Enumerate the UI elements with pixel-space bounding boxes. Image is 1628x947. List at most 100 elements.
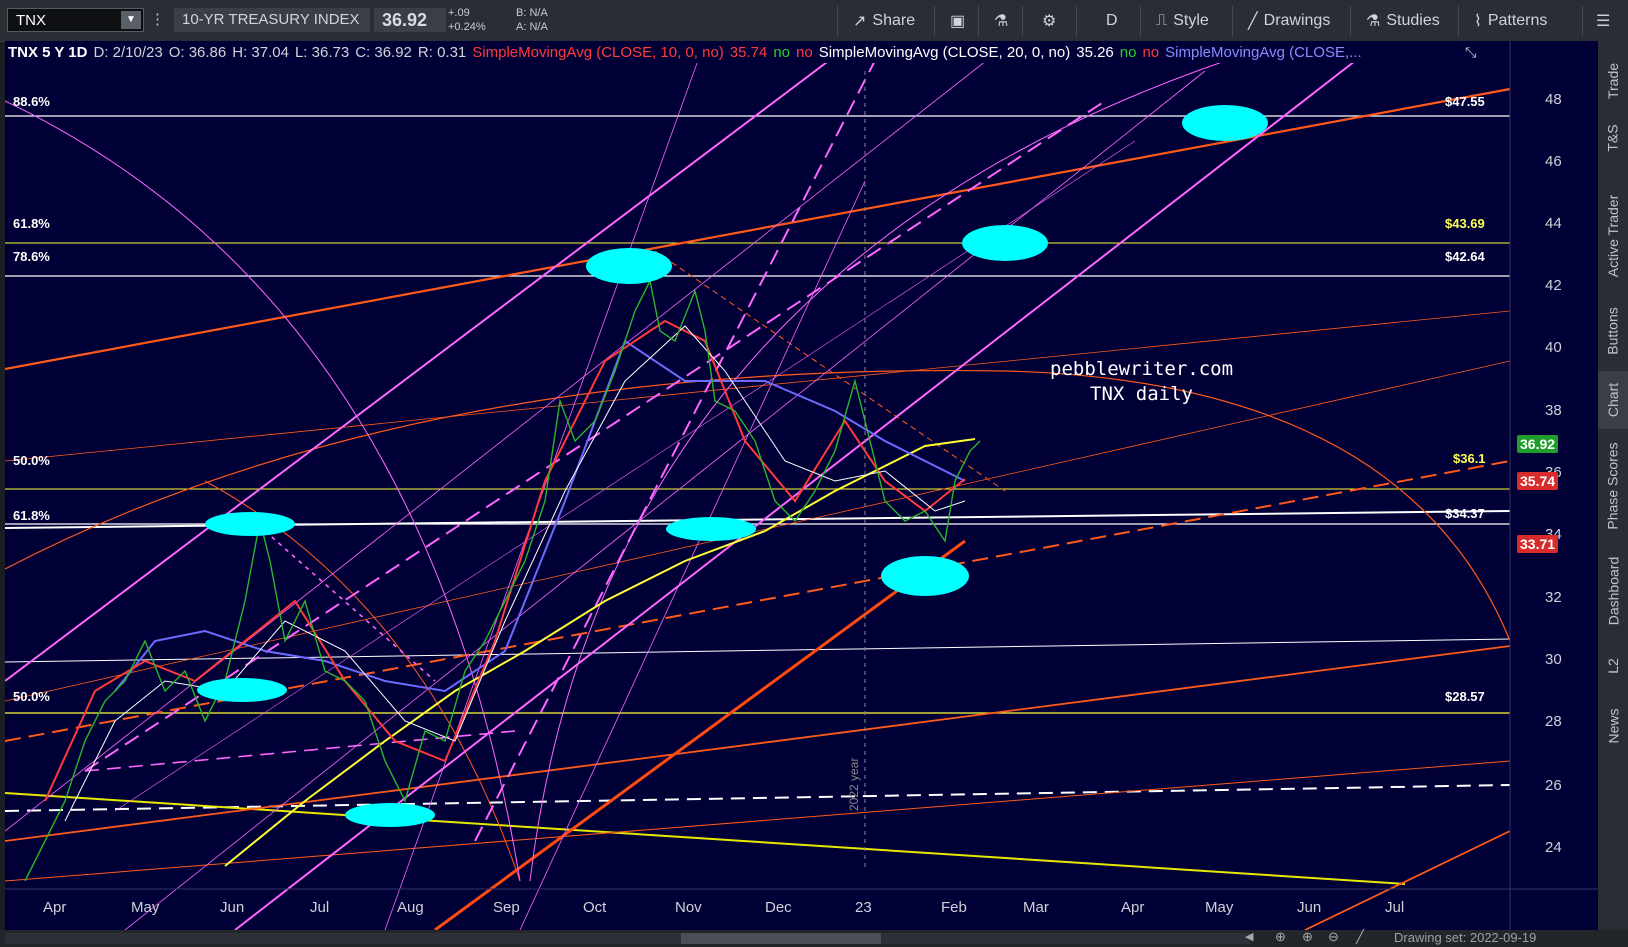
x-tick: Nov [675, 899, 702, 916]
aggregation-button[interactable]: D [1098, 6, 1126, 36]
menu-icon: ☰ [1596, 13, 1611, 30]
flask-button[interactable]: ⚗ [986, 6, 1016, 36]
bottom-bar: ◀ ⊕ ⊕ ⊖ ╱ Drawing set: 2022-09-19 [0, 929, 1628, 947]
patterns-icon: ⌇ [1474, 13, 1482, 30]
chart-svg [5, 41, 1598, 930]
year-marker: 2022 year [847, 757, 861, 811]
x-tick: May [131, 899, 160, 916]
y-tick: 26 [1545, 777, 1562, 794]
y-tick: 44 [1545, 215, 1562, 232]
x-tick: Apr [43, 899, 67, 916]
collapse-icon[interactable]: ⤡ [1465, 44, 1476, 61]
x-tick: Feb [941, 899, 967, 916]
menu-button[interactable]: ☰ [1588, 6, 1618, 36]
fib-price: $43.69 [1445, 216, 1485, 231]
snapshot-button[interactable]: ▣ [942, 6, 973, 36]
sidebar-item-phase-scores[interactable]: Phase Scores [1598, 431, 1628, 541]
sidebar-item-active-trader[interactable]: Active Trader [1598, 166, 1628, 306]
bid-ask: B: N/A A: N/A [516, 7, 548, 33]
sidebar-item-l2[interactable]: L2 [1598, 646, 1628, 686]
zoom-out-icon[interactable]: ⊖ [1328, 929, 1339, 945]
studies-button[interactable]: ⚗ Studies [1358, 6, 1448, 36]
low-price-tag: 33.71 [1517, 535, 1559, 553]
drawing-set-label[interactable]: Drawing set: 2022-09-19 [1394, 930, 1536, 945]
drawings-button[interactable]: ╱ Drawings [1240, 6, 1338, 36]
scroll-left-icon[interactable]: ◀ [1245, 930, 1253, 943]
fib-price: $28.57 [1445, 689, 1485, 704]
snapshot-icon: ▣ [950, 13, 966, 30]
x-tick: 23 [855, 899, 872, 916]
bar-range: R: 0.31 [417, 43, 467, 61]
link-icon[interactable]: ⋮ [150, 8, 165, 32]
share-button[interactable]: ↗ Share [845, 6, 923, 36]
x-tick: Aug [397, 899, 424, 916]
last-price: 36.92 [374, 8, 446, 32]
sma3-label: SimpleMovingAvg (CLOSE,... [1165, 43, 1362, 61]
x-tick: May [1205, 899, 1234, 916]
fib-price: $42.64 [1445, 249, 1485, 264]
sma-price-tag: 35.74 [1517, 472, 1559, 490]
bar-close: C: 36.92 [355, 43, 412, 61]
sidebar-item-ts[interactable]: T&S [1598, 113, 1628, 163]
y-tick: 48 [1545, 91, 1562, 108]
study-legend: TNX 5 Y 1D D: 2/10/23 O: 36.86 H: 37.04 … [5, 41, 1365, 63]
chart-area[interactable]: TNX 5 Y 1D D: 2/10/23 O: 36.86 H: 37.04 … [5, 41, 1598, 930]
sidebar-item-buttons[interactable]: Buttons [1598, 286, 1628, 376]
y-tick: 38 [1545, 402, 1562, 419]
last-price-tag: 36.92 [1517, 435, 1559, 453]
fib-price: $36.1 [1453, 451, 1486, 466]
y-tick: 24 [1545, 839, 1562, 856]
scrollbar-thumb[interactable] [681, 933, 881, 944]
x-tick: Apr [1121, 899, 1145, 916]
y-tick: 30 [1545, 651, 1562, 668]
settings-button[interactable]: ⚙ [1034, 6, 1064, 36]
x-tick: Oct [583, 899, 607, 916]
gear-icon: ⚙ [1042, 13, 1057, 30]
flask-icon: ⚗ [994, 13, 1009, 30]
bar-high: H: 37.04 [232, 43, 289, 61]
patterns-button[interactable]: ⌇ Patterns [1466, 6, 1555, 36]
fib-price: $34.37 [1445, 506, 1485, 521]
y-tick: 46 [1545, 153, 1562, 170]
bar-low: L: 36.73 [294, 43, 350, 61]
draw-line-icon[interactable]: ╱ [1356, 929, 1364, 945]
x-tick: Sep [493, 899, 520, 916]
x-tick: Dec [765, 899, 792, 916]
y-tick: 42 [1545, 277, 1562, 294]
toolbar: TNX ▼ ⋮ 10-YR TREASURY INDEX 36.92 +.09 … [0, 0, 1628, 42]
symbol-input[interactable]: TNX ▼ [7, 8, 144, 32]
zoom-fit-icon[interactable]: ⊕ [1275, 929, 1286, 945]
bar-date: D: 2/10/23 [93, 43, 163, 61]
fib-label: 88.6% [13, 94, 50, 109]
flask-icon: ⚗ [1366, 13, 1381, 30]
symbol-dropdown-icon[interactable]: ▼ [121, 11, 141, 29]
bar-open: O: 36.86 [168, 43, 227, 61]
x-tick: Jul [310, 899, 330, 916]
style-button[interactable]: ⎍ Style [1148, 6, 1217, 36]
sma1-value: 35.74 [729, 43, 768, 61]
sma1-label: SimpleMovingAvg (CLOSE, 10, 0, no) [472, 43, 724, 61]
sidebar-item-trade[interactable]: Trade [1598, 51, 1628, 111]
share-icon: ↗ [853, 13, 867, 30]
zoom-in-icon[interactable]: ⊕ [1302, 929, 1313, 945]
fib-label: 50.0% [13, 453, 50, 468]
fib-label: 61.8% [13, 216, 50, 231]
sidebar-item-dashboard[interactable]: Dashboard [1598, 541, 1628, 641]
instrument-name: 10-YR TREASURY INDEX [174, 8, 370, 32]
x-tick: Jul [1385, 899, 1405, 916]
fib-label: 78.6% [13, 249, 50, 264]
sidebar-item-chart[interactable]: Chart [1598, 371, 1628, 429]
x-tick: Jun [1297, 899, 1322, 916]
watermark-label: TNX daily [1090, 383, 1193, 405]
fib-label: 61.8% [13, 508, 50, 523]
style-icon: ⎍ [1156, 12, 1168, 29]
fib-price: $47.55 [1445, 94, 1485, 109]
y-tick: 40 [1545, 339, 1562, 356]
symbol-period: TNX 5 Y 1D [8, 43, 88, 61]
x-tick: Jun [220, 899, 245, 916]
y-tick: 28 [1545, 713, 1562, 730]
horizontal-scrollbar[interactable] [5, 933, 1250, 944]
sidebar-item-news[interactable]: News [1598, 696, 1628, 756]
right-sidebar: Trade T&S Active Trader Buttons Chart Ph… [1598, 41, 1628, 930]
x-tick: Mar [1023, 899, 1049, 916]
